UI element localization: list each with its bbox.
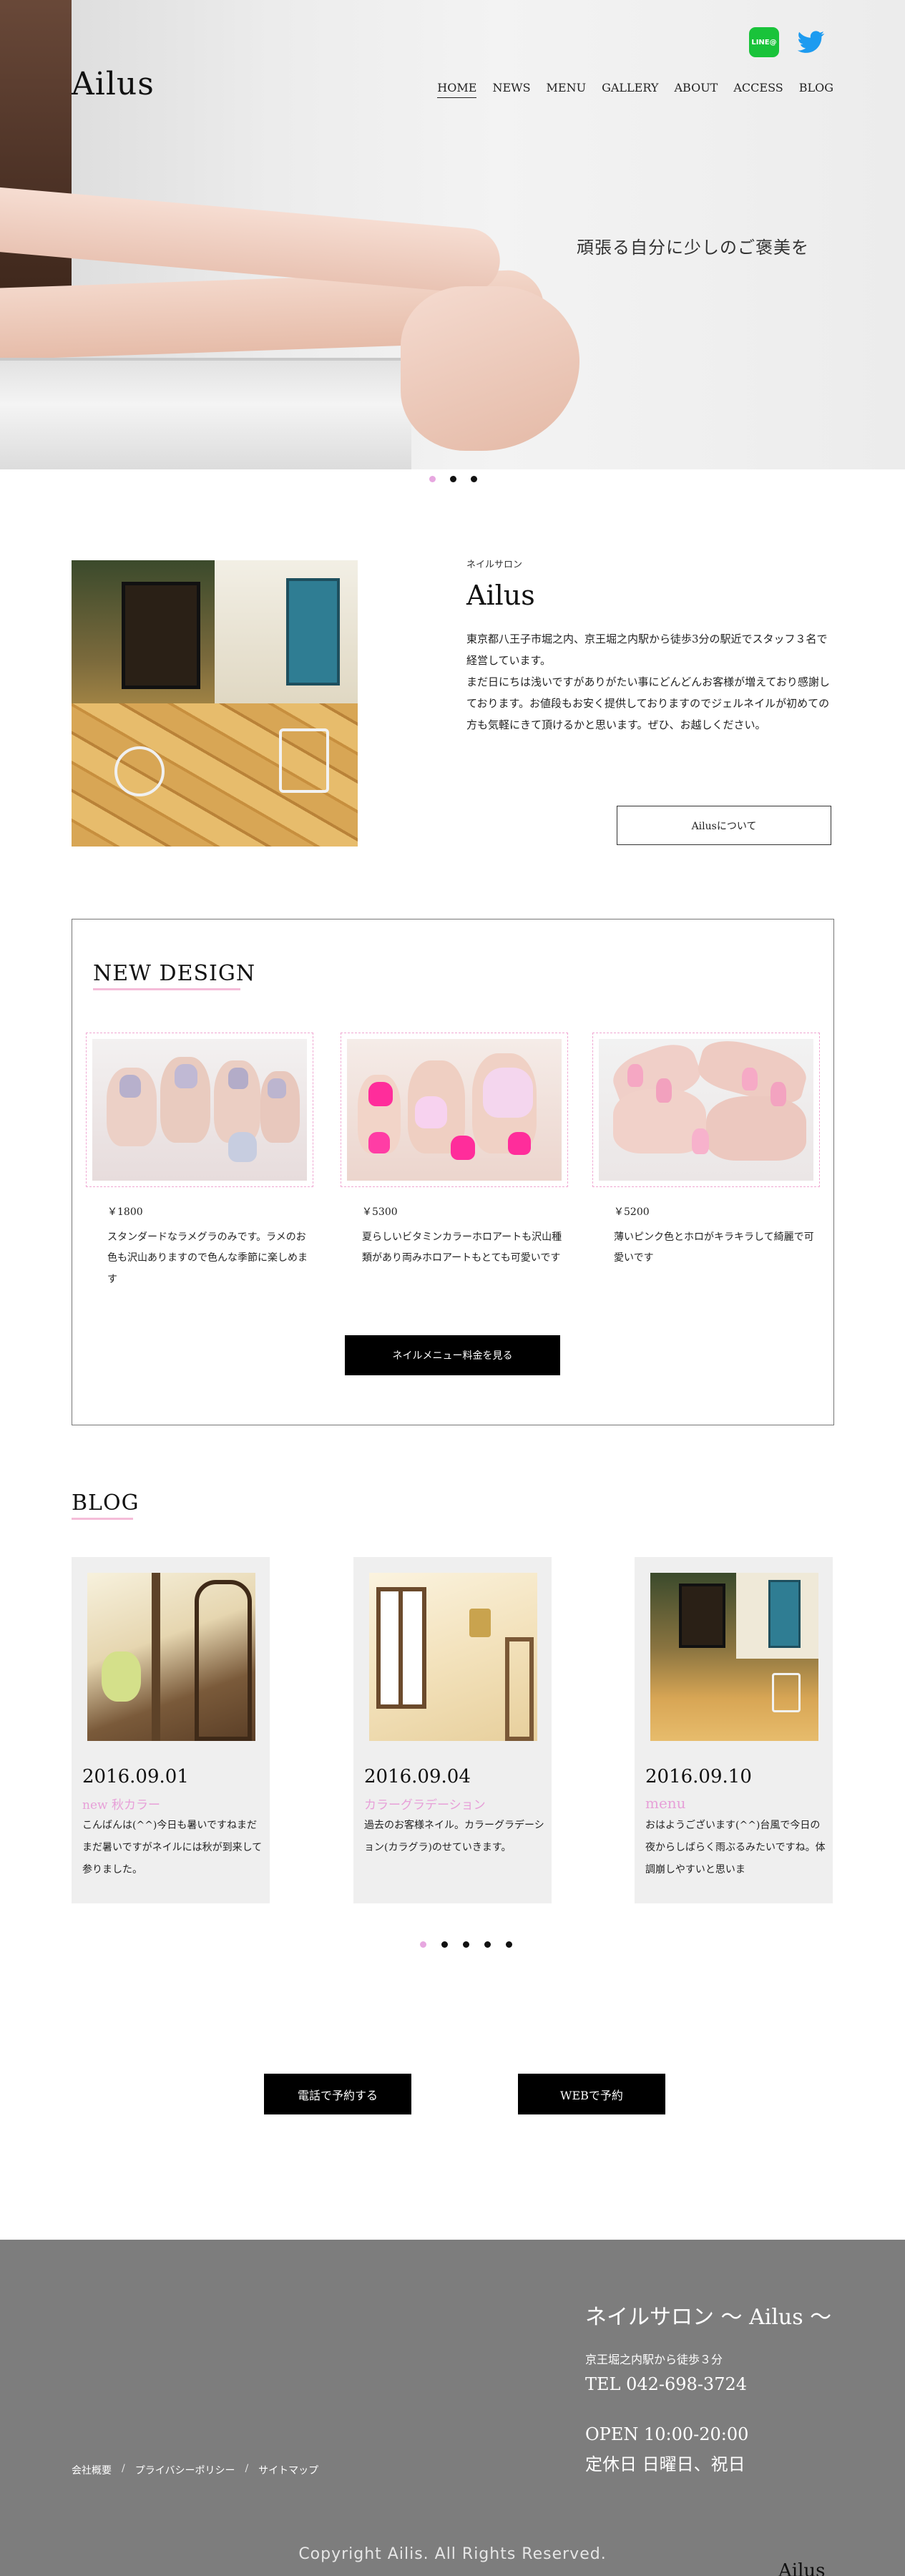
footer-links: 会社概要 / プライバシーポリシー / サイトマップ	[72, 2463, 318, 2477]
blog-post-excerpt: こんばんは(^^)今日も暑いですねまだまだ暑いですがネイルには秋が到来して参りま…	[82, 1820, 263, 1875]
nail-menu-button[interactable]: ネイルメニュー料金を見る	[345, 1335, 560, 1375]
site-footer	[0, 2240, 905, 2576]
about-paragraph: 東京都八王子市堀之内、京王堀之内駅から徒歩3分の駅近でスタッフ３名で経営していま…	[466, 633, 828, 667]
design-price: ￥5200	[614, 1206, 650, 1218]
footer-holidays: 定休日 日曜日、祝日	[585, 2454, 745, 2474]
footer-salon-name: ネイルサロン 〜 Ailus 〜	[585, 2305, 832, 2330]
footer-link-privacy[interactable]: プライバシーポリシー	[135, 2463, 235, 2477]
blog-post-card[interactable]: 2016.09.10 menu おはようございます(^^)台風で今日の夜からしば…	[635, 1557, 833, 1903]
about-more-button[interactable]: Ailusについて	[617, 806, 831, 845]
new-design-title: NEW DESIGN	[93, 961, 256, 990]
line-icon[interactable]: LINE@	[749, 27, 779, 57]
blog-post-card[interactable]: 2016.09.04 カラーグラデーション 過去のお客様ネイル。カラーグラデーシ…	[353, 1557, 552, 1903]
hero-image-table	[0, 358, 411, 469]
photo-blue-door	[286, 578, 340, 686]
blog-post-excerpt: おはようございます(^^)台風で今日の夜からしばらく雨ぶるみたいですね。体調崩し…	[645, 1820, 826, 1875]
blog-post-date: 2016.09.10	[645, 1766, 752, 1787]
design-image	[341, 1033, 568, 1187]
design-image	[592, 1033, 820, 1187]
nav-blog[interactable]: BLOG	[799, 81, 833, 98]
photo-window	[122, 582, 200, 689]
web-reserve-button[interactable]: WEBで予約	[518, 2074, 665, 2114]
footer-link-company[interactable]: 会社概要	[72, 2463, 112, 2477]
blog-title-text: BLOG	[72, 1491, 140, 1516]
hero-image-hands	[401, 286, 579, 451]
footer-logo[interactable]: Ailus	[778, 2560, 826, 2576]
nav-menu[interactable]: MENU	[547, 81, 587, 98]
footer-access: 京王堀之内駅から徒歩３分	[585, 2353, 723, 2366]
phone-reserve-button[interactable]: 電話で予約する	[264, 2074, 411, 2114]
slider-dot[interactable]	[429, 476, 436, 482]
main-nav: HOME NEWS MENU GALLERY ABOUT ACCESS BLOG	[437, 81, 833, 98]
hero-catchphrase: 頑張る自分に少しのご褒美を	[577, 238, 809, 258]
blog-post-tag[interactable]: menu	[645, 1795, 686, 1812]
photo-chair	[279, 728, 329, 793]
title-underline	[93, 988, 240, 990]
blog-slider-dots	[420, 1941, 512, 1948]
about-title: Ailus	[466, 580, 535, 611]
salon-entrance-photo	[72, 560, 358, 847]
new-design-title-text: NEW DESIGN	[93, 961, 256, 986]
blog-post-tag[interactable]: new 秋カラー	[82, 1795, 160, 1813]
design-price: ￥5300	[362, 1206, 398, 1218]
blog-title: BLOG	[72, 1491, 140, 1520]
slider-dot[interactable]	[420, 1941, 426, 1948]
blog-post-card[interactable]: 2016.09.01 new 秋カラー こんばんは(^^)今日も暑いですねまだま…	[72, 1557, 270, 1903]
slider-dot[interactable]	[450, 476, 456, 482]
blog-post-date: 2016.09.04	[364, 1766, 471, 1787]
nav-home[interactable]: HOME	[437, 81, 477, 98]
slider-dot[interactable]	[484, 1941, 491, 1948]
blog-post-date: 2016.09.01	[82, 1766, 189, 1787]
footer-link-separator: /	[245, 2463, 249, 2474]
design-image	[86, 1033, 313, 1187]
slider-dot[interactable]	[441, 1941, 448, 1948]
about-paragraph: まだ日にちは浅いですがありがたい事にどんどんお客様が増えており感謝しております。…	[466, 675, 830, 731]
footer-phone[interactable]: TEL 042-698-3724	[585, 2374, 747, 2394]
blog-post-image	[87, 1573, 255, 1741]
blog-post-tag[interactable]: カラーグラデーション	[364, 1795, 486, 1813]
footer-link-sitemap[interactable]: サイトマップ	[258, 2463, 318, 2477]
nav-about[interactable]: ABOUT	[674, 81, 718, 98]
design-price: ￥1800	[107, 1206, 143, 1218]
copyright: Copyright Ailis. All Rights Reserved.	[298, 2545, 607, 2563]
hero-slider-dots	[429, 476, 477, 482]
nav-gallery[interactable]: GALLERY	[602, 81, 658, 98]
photo-table	[114, 746, 165, 796]
nav-access[interactable]: ACCESS	[733, 81, 783, 98]
blog-post-image	[369, 1573, 537, 1741]
design-description: 夏らしいビタミンカラーホロアートも沢山種類があり両みホロアートもとても可愛いです	[362, 1231, 562, 1264]
twitter-bird-icon[interactable]	[796, 27, 827, 59]
about-description: 東京都八王子市堀之内、京王堀之内駅から徒歩3分の駅近でスタッフ３名で経営していま…	[466, 628, 831, 736]
footer-link-separator: /	[122, 2463, 125, 2474]
brand-logo[interactable]: Ailus	[72, 66, 155, 102]
title-underline	[72, 1518, 133, 1520]
about-subtitle: ネイルサロン	[466, 560, 523, 570]
slider-dot[interactable]	[463, 1941, 469, 1948]
design-description: スタンダードなラメグラのみです。ラメのお色も沢山ありますので色んな季節に楽しめま…	[107, 1231, 308, 1285]
design-description: 薄いピンク色とホロがキラキラして綺麗で可愛いです	[614, 1231, 814, 1264]
nav-news[interactable]: NEWS	[492, 81, 530, 98]
blog-post-excerpt: 過去のお客様ネイル。カラーグラデーション(カラグラ)のせていきます。	[364, 1820, 544, 1853]
slider-dot[interactable]	[506, 1941, 512, 1948]
footer-hours: OPEN 10:00-20:00	[585, 2424, 749, 2444]
blog-post-image	[650, 1573, 818, 1741]
slider-dot[interactable]	[471, 476, 477, 482]
line-label: LINE@	[751, 38, 777, 47]
